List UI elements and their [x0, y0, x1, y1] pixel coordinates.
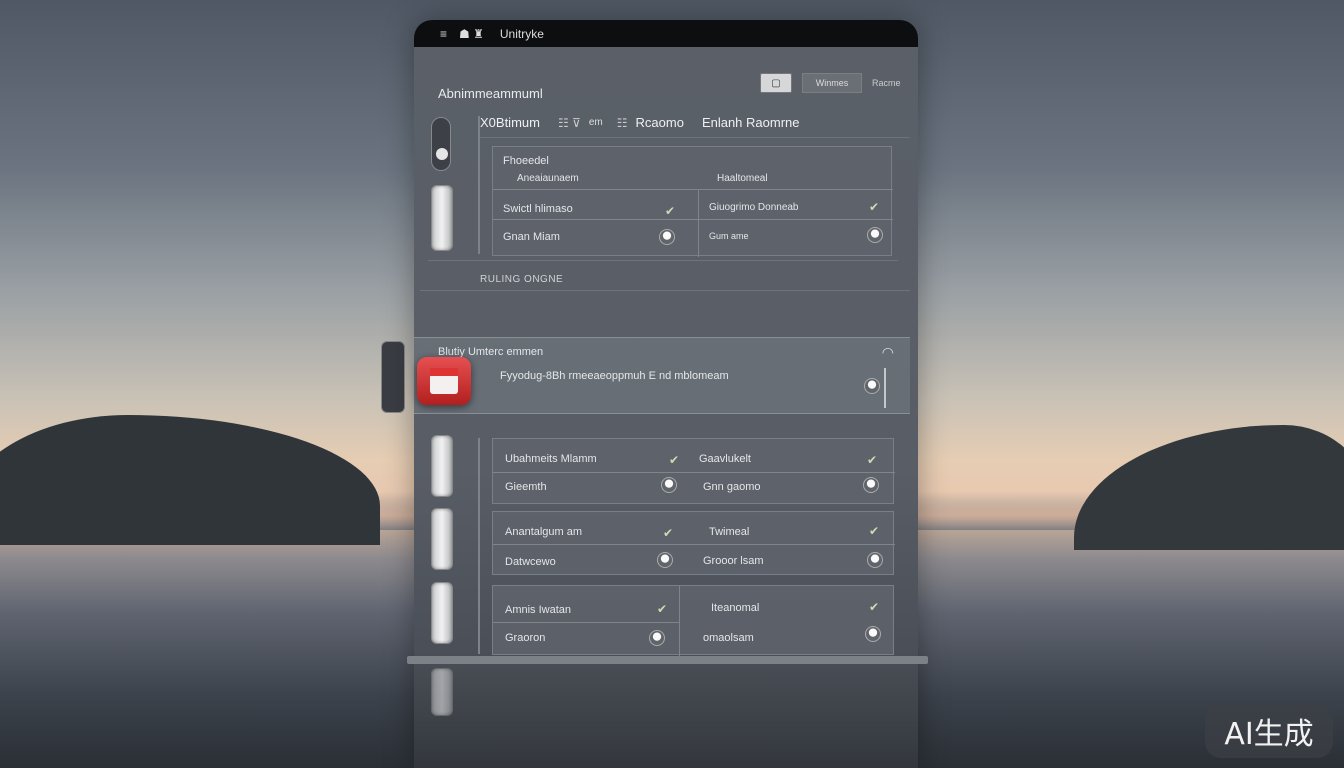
settings-card-3: Anantalgum am ✔ Twimeal ✔ Datwcewo Grooo…	[492, 511, 895, 575]
app-title: Unitryke	[499, 26, 544, 41]
top-controls: ▢ Winmes Racme	[760, 73, 901, 93]
tab-0[interactable]: X0Btimum	[480, 115, 540, 130]
check-icon[interactable]: ✔	[867, 453, 877, 467]
notification-strip[interactable]: Blutiy Umterc emmen Fyyodug-8Bh rmeeaeop…	[414, 337, 910, 414]
card1-divider	[493, 189, 893, 190]
tab-icon[interactable]: ☷	[617, 116, 628, 130]
card4-divider	[493, 622, 679, 623]
red-app-icon[interactable]	[417, 357, 471, 405]
card4-row1-right: Iteanomal	[711, 602, 760, 614]
panel-title: Abnimmeammuml	[438, 86, 543, 101]
card1-divider-2	[493, 219, 893, 220]
right-hill	[1074, 425, 1344, 550]
section-divider	[428, 260, 898, 261]
notification-scrollbar[interactable]	[884, 368, 886, 408]
windows-button[interactable]: Winmes	[802, 73, 862, 93]
card1-header: Fhoeedel	[503, 155, 549, 167]
tab-bar: X0Btimum ☷ ⊽ em ☷ Rcaomo Enlanh Raomrne	[480, 108, 910, 138]
card3-row2-left: Datwcewo	[505, 556, 556, 568]
check-icon[interactable]: ✔	[669, 453, 679, 467]
slider-pill-1[interactable]	[431, 185, 453, 251]
menu-icon[interactable]: ≡	[440, 27, 447, 41]
check-icon[interactable]: ✔	[869, 200, 879, 214]
check-icon[interactable]: ✔	[869, 600, 879, 614]
toggle-switch[interactable]	[661, 477, 677, 493]
toggle-switch[interactable]	[657, 552, 673, 568]
toggle-switch[interactable]	[867, 552, 883, 568]
card1-row1-right: Giuogrimo Donneab	[709, 202, 799, 213]
slider-knob[interactable]	[436, 148, 448, 160]
document-icon	[430, 368, 458, 394]
card2-row1-left: Ubahmeits Mlamm	[505, 453, 597, 465]
card3-row2-right: Grooor lsam	[703, 555, 764, 567]
card4-row2-right: omaolsam	[703, 632, 754, 644]
card3-row1-left: Anantalgum am	[505, 526, 583, 538]
notification-toggle[interactable]	[864, 378, 880, 394]
card2-divider	[493, 472, 895, 473]
tab-mini[interactable]: em	[589, 117, 603, 128]
check-icon[interactable]: ✔	[665, 204, 675, 218]
slider-pill-reflection	[431, 668, 453, 716]
top-status-bar: ≡ ☗ ♜ Unitryke	[414, 20, 918, 47]
check-icon[interactable]: ✔	[869, 524, 879, 538]
section-label: RULING ONGNE	[480, 274, 564, 285]
side-handle[interactable]	[381, 341, 405, 413]
card1-sub-left: Aneaiaunaem	[517, 173, 579, 184]
window-toggle-button[interactable]: ▢	[760, 73, 792, 93]
card1-row2-right: Gum ame	[709, 231, 749, 241]
card3-divider	[493, 544, 895, 545]
notification-message: Fyyodug-8Bh rmeeaeoppmuh E nd mblomeam	[500, 370, 729, 382]
toggle-switch[interactable]	[865, 626, 881, 642]
card4-col-divider	[679, 586, 680, 656]
slider-pill-2[interactable]	[431, 435, 453, 497]
toggle-switch[interactable]	[659, 229, 675, 245]
bottom-shelf	[407, 656, 928, 664]
card4-row2-left: Graoron	[505, 632, 546, 644]
slider-pill-4[interactable]	[431, 582, 453, 644]
settings-card-4: Amnis Iwatan ✔ Iteanomal ✔ Graoron omaol…	[492, 585, 894, 656]
card2-row2-left: Gieemth	[505, 481, 547, 493]
racme-link[interactable]: Racme	[872, 78, 901, 88]
left-hill	[0, 415, 380, 545]
check-icon[interactable]: ✔	[663, 526, 673, 540]
card1-row2-left: Gnan Miam	[503, 231, 560, 243]
card1-sub-right: Haaltomeal	[717, 173, 768, 184]
settings-card-1: Fhoeedel Aneaiaunaem Haaltomeal Swictl h…	[492, 146, 893, 257]
tab-icons[interactable]: ☷ ⊽	[558, 116, 581, 130]
tab-5[interactable]: Enlanh Raomrne	[702, 115, 800, 130]
card2-row1-right: Gaavlukelt	[699, 453, 751, 465]
toggle-switch[interactable]	[863, 477, 879, 493]
card1-row1-left: Swictl hlimaso	[503, 203, 573, 215]
gauge-icon[interactable]: ◠	[882, 344, 894, 361]
rail-line-2	[478, 438, 480, 654]
card2-row2-right: Gnn gaomo	[703, 481, 761, 493]
card3-row1-right: Twimeal	[709, 526, 750, 538]
app-icons[interactable]: ☗ ♜	[459, 27, 484, 41]
section-divider-2	[420, 290, 910, 291]
card4-row1-left: Amnis Iwatan	[505, 604, 572, 616]
ai-watermark-badge: AI生成	[1205, 704, 1333, 758]
toggle-switch[interactable]	[867, 227, 883, 243]
tab-4[interactable]: Rcaomo	[636, 115, 684, 130]
slider-pill-3[interactable]	[431, 508, 453, 570]
rail-line-1	[478, 116, 480, 254]
slider-top[interactable]	[431, 117, 451, 171]
check-icon[interactable]: ✔	[657, 602, 667, 616]
card1-col-divider	[698, 189, 699, 257]
toggle-switch[interactable]	[649, 630, 665, 646]
settings-card-2: Ubahmeits Mlamm ✔ Gaavlukelt ✔ Gieemth G…	[492, 438, 895, 504]
